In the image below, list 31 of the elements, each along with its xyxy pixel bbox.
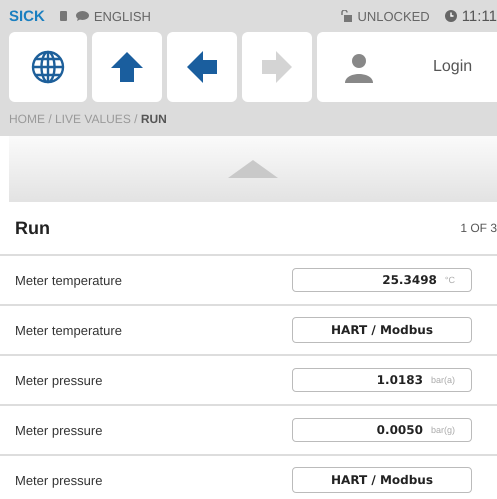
section-title: Run (15, 218, 50, 238)
login-button[interactable]: Login (317, 32, 497, 102)
row-label: Meter pressure (15, 422, 102, 438)
left-arrow-icon (185, 50, 219, 84)
brand-logo: SICK (9, 8, 45, 24)
up-triangle-icon (228, 160, 278, 178)
user-icon (343, 51, 375, 83)
breadcrumb: HOME / LIVE VALUES / RUN (9, 112, 167, 126)
row-label: Meter temperature (15, 322, 122, 338)
right-arrow-icon (260, 50, 294, 84)
value-field: HART / Modbus (292, 317, 472, 343)
language-label[interactable]: ENGLISH (94, 8, 151, 24)
clock-time: 11:11 (462, 8, 497, 24)
toolbar-button[interactable] (92, 32, 162, 102)
toolbar-button[interactable] (9, 32, 87, 102)
padlock-icon (341, 10, 352, 22)
clock-icon (444, 10, 457, 22)
row-label: Meter temperature (15, 272, 122, 288)
page-indicator: 1 OF 3 (460, 221, 497, 235)
device-icon (60, 11, 67, 21)
value-field: 1.0183 bar(a) (292, 368, 472, 392)
lock-status: UNLOCKED (357, 8, 430, 24)
value-field: 0.0050 bar(g) (292, 418, 472, 442)
row-label: Meter pressure (15, 372, 102, 388)
speech-bubble-icon (76, 11, 89, 21)
up-arrow-icon (110, 50, 144, 84)
value-field: HART / Modbus (292, 467, 472, 493)
toolbar-button[interactable] (167, 32, 237, 102)
globe-icon (31, 50, 65, 84)
value-field: 25.3498 °C (292, 268, 472, 292)
row-label: Meter pressure (15, 472, 102, 488)
